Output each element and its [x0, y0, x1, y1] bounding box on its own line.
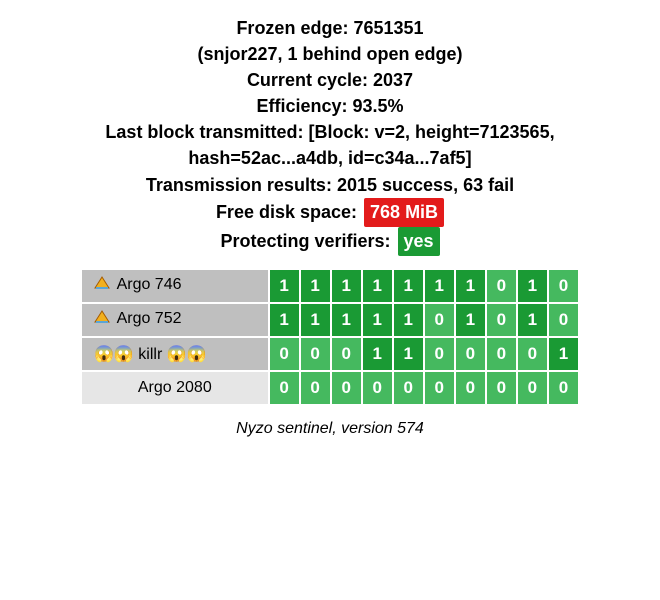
triangle-warning-icon [94, 310, 110, 329]
table-row: 😱😱 killr 😱😱0001100001 [81, 337, 579, 371]
tx-results-line: Transmission results: 2015 success, 63 f… [10, 172, 650, 198]
verifier-name: Argo 746 [117, 276, 182, 293]
bit-cell: 1 [362, 303, 393, 337]
bit-cell: 0 [548, 303, 579, 337]
bit-cell: 1 [548, 337, 579, 371]
triangle-warning-icon [94, 276, 110, 295]
bit-cell: 0 [548, 269, 579, 303]
verifier-name: killr [138, 346, 162, 363]
scream-icon: 😱😱 [167, 346, 207, 363]
bit-cell: 1 [269, 269, 300, 303]
verifier-table-wrap: Argo 7461111111010 Argo 7521111101010😱😱 … [80, 268, 580, 406]
last-block-line1: Last block transmitted: [Block: v=2, hei… [10, 119, 650, 145]
verifier-table: Argo 7461111111010 Argo 7521111101010😱😱 … [80, 268, 580, 406]
bit-cell: 0 [486, 269, 517, 303]
protecting-value-badge: yes [398, 227, 440, 256]
verifier-name: Argo 752 [117, 310, 182, 327]
frozen-edge-label: Frozen edge: [236, 18, 348, 38]
efficiency-label: Efficiency: [256, 96, 347, 116]
bit-cell: 1 [393, 269, 424, 303]
bit-cell: 0 [424, 337, 455, 371]
verifier-name-cell: Argo 2080 [81, 371, 269, 405]
bit-cell: 1 [331, 303, 362, 337]
last-block-line2: hash=52ac...a4db, id=c34a...7af5] [10, 145, 650, 171]
bit-cell: 0 [393, 371, 424, 405]
bit-cell: 1 [300, 269, 331, 303]
frozen-edge-line: Frozen edge: 7651351 [10, 15, 650, 41]
frozen-edge-sub: (snjor227, 1 behind open edge) [10, 41, 650, 67]
bit-cell: 1 [393, 337, 424, 371]
bit-cell: 1 [517, 269, 548, 303]
bit-cell: 0 [300, 337, 331, 371]
bit-cell: 0 [331, 337, 362, 371]
bit-cell: 0 [517, 371, 548, 405]
bit-cell: 0 [269, 337, 300, 371]
protecting-line: Protecting verifiers: yes [10, 227, 650, 256]
bit-cell: 0 [269, 371, 300, 405]
bit-cell: 0 [331, 371, 362, 405]
bit-cell: 0 [517, 337, 548, 371]
bit-cell: 0 [486, 371, 517, 405]
table-row: Argo 7521111101010 [81, 303, 579, 337]
table-row: Argo 20800000000000 [81, 371, 579, 405]
cycle-label: Current cycle: [247, 70, 368, 90]
bit-cell: 1 [269, 303, 300, 337]
verifier-name: Argo 2080 [138, 379, 212, 396]
bit-cell: 1 [455, 269, 486, 303]
bit-cell: 0 [424, 303, 455, 337]
bit-cell: 0 [548, 371, 579, 405]
bit-cell: 0 [455, 337, 486, 371]
cycle-value: 2037 [373, 70, 413, 90]
bit-cell: 0 [486, 337, 517, 371]
disk-label: Free disk space: [216, 202, 357, 222]
bit-cell: 1 [300, 303, 331, 337]
cycle-line: Current cycle: 2037 [10, 67, 650, 93]
verifier-name-cell: Argo 752 [81, 303, 269, 337]
bit-cell: 1 [362, 337, 393, 371]
bit-cell: 1 [517, 303, 548, 337]
status-header: Frozen edge: 7651351 (snjor227, 1 behind… [10, 15, 650, 256]
bit-cell: 1 [362, 269, 393, 303]
bit-cell: 0 [362, 371, 393, 405]
disk-line: Free disk space: 768 MiB [10, 198, 650, 227]
bit-cell: 1 [331, 269, 362, 303]
verifier-name-cell: 😱😱 killr 😱😱 [81, 337, 269, 371]
tx-results-value: 2015 success, 63 fail [337, 175, 514, 195]
efficiency-line: Efficiency: 93.5% [10, 93, 650, 119]
bit-cell: 0 [424, 371, 455, 405]
bit-cell: 1 [424, 269, 455, 303]
frozen-edge-value: 7651351 [353, 18, 423, 38]
bit-cell: 0 [455, 371, 486, 405]
protecting-label: Protecting verifiers: [220, 231, 390, 251]
bit-cell: 0 [300, 371, 331, 405]
efficiency-value: 93.5% [353, 96, 404, 116]
disk-value-badge: 768 MiB [364, 198, 444, 227]
footer-text: Nyzo sentinel, version 574 [10, 420, 650, 438]
table-row: Argo 7461111111010 [81, 269, 579, 303]
bit-cell: 0 [486, 303, 517, 337]
verifier-name-cell: Argo 746 [81, 269, 269, 303]
bit-cell: 1 [455, 303, 486, 337]
tx-results-label: Transmission results: [146, 175, 332, 195]
bit-cell: 1 [393, 303, 424, 337]
scream-icon: 😱😱 [94, 346, 134, 363]
